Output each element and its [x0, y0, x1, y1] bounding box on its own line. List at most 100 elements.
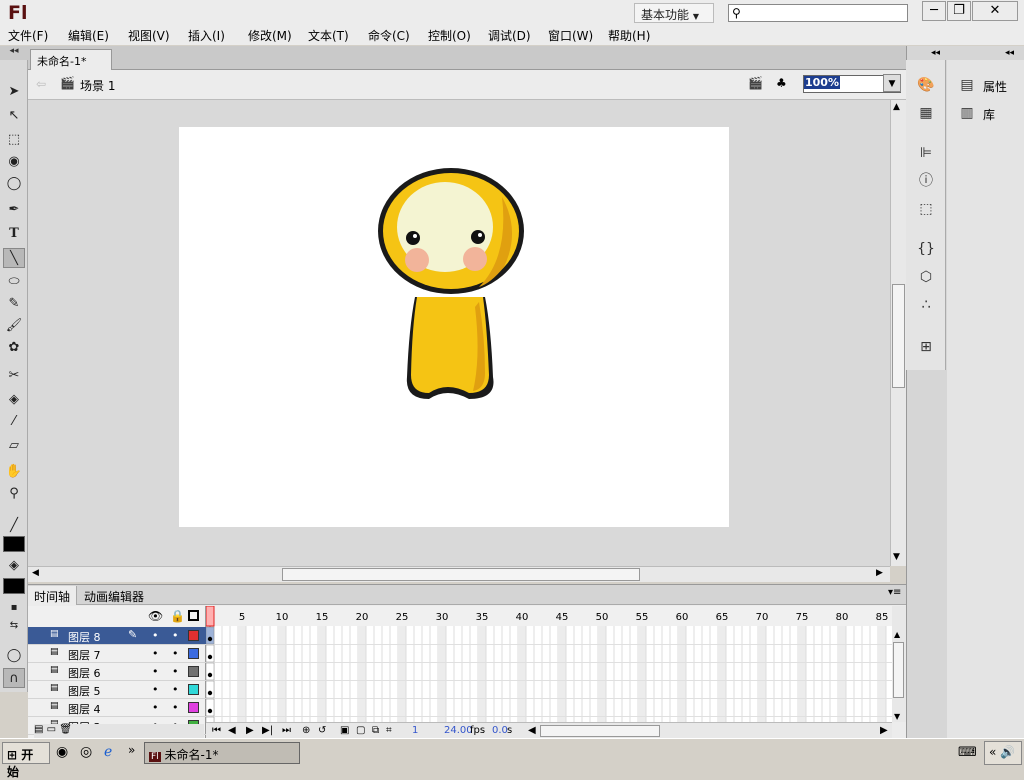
3d-rotation-tool-icon[interactable]: ◉ — [3, 152, 25, 172]
lasso-tool-icon[interactable]: ◯ — [3, 174, 25, 194]
eye-icon[interactable]: 👁 — [148, 609, 163, 623]
edit-scene-icon[interactable]: 🎬 — [748, 76, 763, 90]
delete-layer-icon[interactable]: 🗑 — [59, 724, 72, 735]
project-panel-icon[interactable]: ⊞ — [914, 336, 938, 358]
actions-panel-icon[interactable]: {} — [914, 238, 938, 260]
onion-skin-icon[interactable]: ▣ — [340, 725, 349, 736]
menu-text[interactable]: 文本(T) — [308, 27, 349, 44]
hand-tool-icon[interactable]: ✋ — [3, 462, 25, 482]
minimize-button[interactable]: ─ — [922, 1, 946, 21]
collapse-panels-icon-2[interactable]: ◂◂ — [1005, 48, 1014, 58]
layer-outline-color[interactable] — [188, 684, 199, 695]
layer-outline-color[interactable] — [188, 648, 199, 659]
toolbox-collapse[interactable]: ◂◂ — [0, 46, 28, 60]
quicklaunch-more-icon[interactable]: » — [128, 743, 135, 757]
menu-insert[interactable]: 插入(I) — [188, 27, 225, 44]
quicklaunch-icon[interactable]: ◎ — [80, 744, 92, 760]
menu-window[interactable]: 窗口(W) — [548, 27, 593, 44]
swap-colors-icon[interactable]: ⇆ — [3, 616, 25, 636]
new-folder-icon[interactable]: ▭ — [47, 724, 56, 735]
edit-symbols-icon[interactable]: ♣ — [776, 76, 787, 90]
menu-view[interactable]: 视图(V) — [128, 27, 170, 44]
outline-icon[interactable] — [188, 610, 199, 621]
pen-tool-icon[interactable]: ✒ — [3, 200, 25, 220]
center-frame-icon[interactable]: ⊕ — [302, 725, 310, 736]
line-tool-icon[interactable]: ╲ — [3, 248, 25, 268]
horizontal-scrollbar[interactable]: ◀ ▶ — [28, 566, 890, 582]
timeline-scroll-down-icon[interactable]: ▼ — [894, 712, 900, 721]
timeline-scroll-thumb[interactable] — [540, 725, 660, 737]
info-panel-icon[interactable]: ⓘ — [914, 170, 938, 192]
new-layer-icon[interactable]: ▤ — [34, 724, 43, 735]
scroll-right-icon[interactable]: ▶ — [876, 568, 883, 578]
collapse-panels-icon[interactable]: ◂◂ — [931, 48, 940, 58]
character-illustration[interactable] — [179, 127, 729, 527]
edit-multiple-icon[interactable]: ⧉ — [372, 725, 379, 736]
lock-icon[interactable]: 🔒 — [170, 609, 185, 623]
swatches-panel-icon[interactable]: ▦ — [914, 102, 938, 124]
object-drawing-icon[interactable]: ◯ — [3, 646, 25, 666]
lock-dot[interactable]: • — [172, 647, 179, 660]
menu-edit[interactable]: 编辑(E) — [68, 27, 109, 44]
tab-timeline[interactable]: 时间轴 — [28, 586, 78, 605]
current-frame[interactable]: 1 — [412, 725, 418, 736]
properties-panel-tab[interactable]: 属性 — [983, 78, 1007, 95]
visibility-dot[interactable]: • — [152, 683, 159, 696]
timeline-scroll-right-icon[interactable]: ▶ — [880, 725, 888, 736]
motion-presets-icon[interactable]: ∴ — [914, 294, 938, 316]
subselection-tool-icon[interactable]: ↖ — [3, 106, 25, 126]
scroll-up-icon[interactable]: ▲ — [893, 102, 900, 112]
frame-rate[interactable]: 24.00 — [444, 725, 473, 736]
snap-magnet-icon[interactable]: ∩ — [3, 668, 25, 688]
menu-debug[interactable]: 调试(D) — [488, 27, 531, 44]
transform-panel-icon[interactable]: ⬚ — [914, 198, 938, 220]
menu-commands[interactable]: 命令(C) — [368, 27, 410, 44]
layer-row[interactable]: ▤ 图层 5 • • — [28, 681, 206, 699]
eyedropper-tool-icon[interactable]: ⁄ — [3, 412, 25, 432]
frame-area[interactable]: 1510152025303540455055606570758085 — [205, 605, 892, 735]
onion-markers-icon[interactable]: ⌗ — [386, 725, 392, 736]
chrome-icon[interactable]: ◉ — [56, 744, 68, 760]
eraser-tool-icon[interactable]: ▱ — [3, 436, 25, 456]
tray-expand-icon[interactable]: « — [989, 745, 996, 759]
visibility-dot[interactable]: • — [152, 701, 159, 714]
menu-control[interactable]: 控制(O) — [428, 27, 471, 44]
frame-grid[interactable]: 1510152025303540455055606570758085 — [205, 605, 892, 735]
pencil-tool-icon[interactable]: ✎ — [3, 294, 25, 314]
color-panel-icon[interactable]: 🎨 — [914, 74, 938, 96]
lock-dot[interactable]: • — [172, 665, 179, 678]
visibility-dot[interactable]: • — [152, 629, 159, 642]
oval-tool-icon[interactable]: ⬭ — [3, 272, 25, 292]
menu-modify[interactable]: 修改(M) — [248, 27, 292, 44]
components-panel-icon[interactable]: ⬡ — [914, 266, 938, 288]
scroll-left-icon[interactable]: ◀ — [32, 568, 39, 578]
back-arrow-icon[interactable]: ⇦ — [36, 77, 46, 91]
close-button[interactable]: ✕ — [972, 1, 1018, 21]
bone-tool-icon[interactable]: ✂ — [3, 366, 25, 386]
menu-file[interactable]: 文件(F) — [8, 27, 48, 44]
zoom-tool-icon[interactable]: ⚲ — [3, 484, 25, 504]
vertical-scroll-thumb[interactable] — [892, 284, 905, 388]
paint-bucket-tool-icon[interactable]: ◈ — [3, 390, 25, 410]
lock-dot[interactable]: • — [172, 701, 179, 714]
layer-outline-color[interactable] — [188, 630, 199, 641]
tab-document[interactable]: 未命名-1* × — [30, 49, 112, 82]
scene-breadcrumb[interactable]: 场景 1 — [80, 77, 115, 94]
stroke-color-swatch[interactable] — [3, 536, 25, 552]
tray-area[interactable]: « 🔊 — [984, 741, 1022, 765]
start-button[interactable]: ⊞ 开始 — [2, 742, 50, 779]
layer-row[interactable]: ▤ 图层 6 • • — [28, 663, 206, 681]
selection-tool-icon[interactable]: ➤ — [3, 82, 25, 102]
stage-canvas[interactable] — [179, 127, 729, 527]
layer-row[interactable]: ▤ 图层 4 • • — [28, 699, 206, 717]
ie-icon[interactable]: ℯ — [104, 744, 112, 760]
layer-row[interactable]: ▤ 图层 8 ✎ • • — [28, 627, 206, 645]
lock-dot[interactable]: • — [172, 629, 179, 642]
vertical-scrollbar[interactable]: ▲ ▼ — [890, 100, 906, 566]
play-icon[interactable]: ▶ — [246, 725, 254, 736]
default-colors-icon[interactable]: ▪ — [3, 598, 25, 618]
timeline-scroll-up-icon[interactable]: ▲ — [894, 630, 900, 639]
timeline-scroll-left-icon[interactable]: ◀ — [528, 725, 536, 736]
onion-outline-icon[interactable]: ▢ — [356, 725, 365, 736]
keyboard-icon[interactable]: ⌨ — [958, 745, 977, 760]
